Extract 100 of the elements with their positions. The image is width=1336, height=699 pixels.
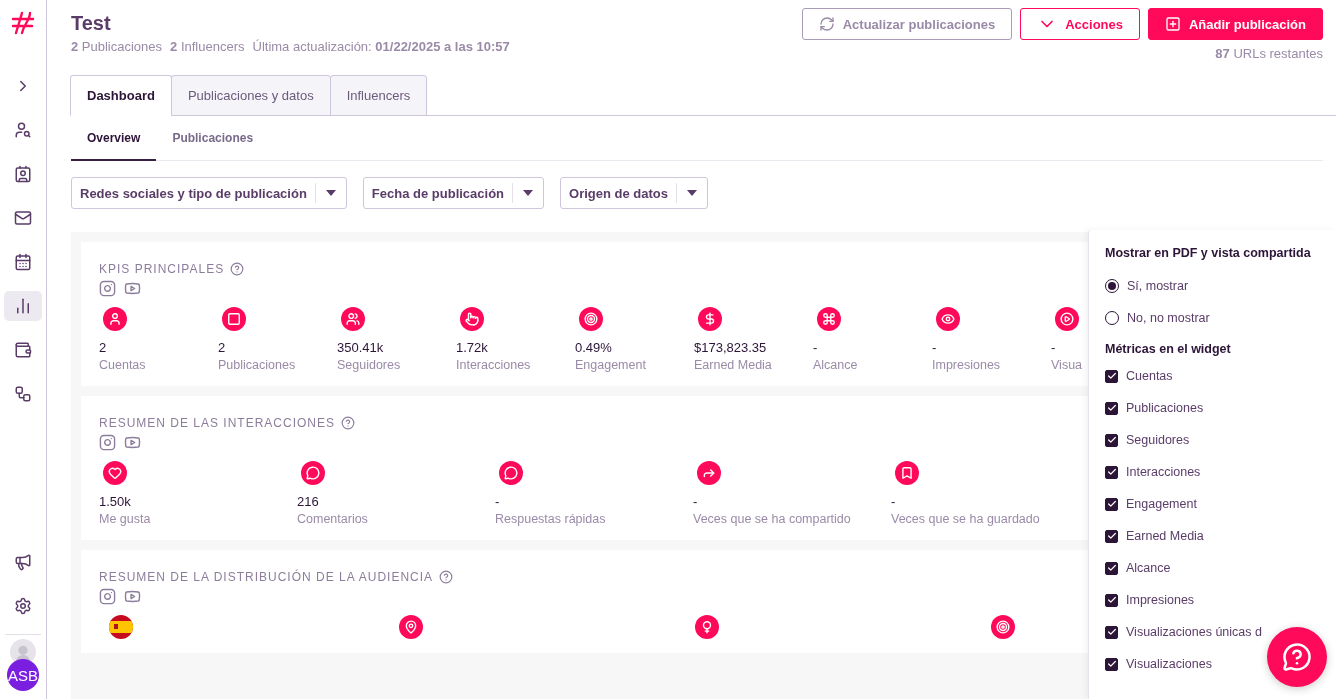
add-button[interactable]: Añadir publicación (1148, 8, 1323, 40)
tab[interactable]: Publicaciones y datos (170, 75, 331, 116)
youtube-icon (124, 280, 141, 297)
widget-title: RESUMEN DE LAS INTERACCIONES (99, 416, 336, 430)
filter-dropdown[interactable]: Fecha de publicación (362, 177, 545, 209)
metric-label: Me gusta (99, 512, 151, 526)
metric-value: - (813, 340, 818, 355)
filter-dropdown[interactable]: Origen de datos (560, 177, 709, 209)
help-chat-button[interactable] (1267, 627, 1327, 687)
tab[interactable]: Influencers (329, 75, 428, 116)
instagram-icon (99, 280, 116, 297)
checkbox[interactable] (1105, 561, 1118, 575)
metric-value: - (693, 494, 698, 509)
checkbox[interactable] (1105, 593, 1118, 607)
subtab[interactable]: Overview (71, 116, 157, 161)
metric-option-label: Interacciones (1126, 465, 1201, 479)
metric-label: Engagement (575, 358, 646, 372)
metric-option-label: Publicaciones (1126, 401, 1204, 415)
metric-value: - (891, 494, 896, 509)
metric-label: Alcance (813, 358, 858, 372)
bookmark-icon (895, 461, 919, 485)
checkbox[interactable] (1105, 401, 1118, 415)
calendar-icon (14, 253, 32, 271)
instagram-icon (99, 434, 116, 451)
checkbox[interactable] (1105, 625, 1118, 639)
command-icon (817, 307, 841, 331)
spain-flag-icon (109, 615, 133, 639)
widget-title: RESUMEN DE LA DISTRIBUCIÓN DE LA AUDIENCIA (99, 570, 434, 584)
checkbox[interactable] (1105, 465, 1118, 479)
youtube-icon (124, 434, 141, 451)
help-icon[interactable] (341, 416, 356, 430)
metric-label: Veces que se ha guardado (891, 512, 1040, 526)
metric-label: Comentarios (297, 512, 368, 526)
female-symbol-icon (695, 615, 719, 639)
mail-icon (14, 209, 32, 227)
nodes-icon (14, 385, 32, 403)
user-icon (103, 307, 127, 331)
help-icon[interactable] (230, 262, 245, 276)
metric-option-label: Engagement (1126, 497, 1197, 511)
actions-button[interactable]: Acciones (1020, 8, 1140, 40)
metric-label: Visua (1051, 358, 1083, 372)
metric-value: - (495, 494, 500, 509)
bar-chart-icon (14, 297, 32, 315)
instagram-icon (99, 588, 116, 605)
metric-label: Seguidores (337, 358, 401, 372)
option-label: Sí, mostrar (1127, 279, 1189, 293)
plus-square-icon (1165, 16, 1181, 32)
checkbox[interactable] (1105, 497, 1118, 511)
metric-label: Veces que se ha compartido (693, 512, 851, 526)
metric-option-label: Earned Media (1126, 529, 1204, 543)
eye-icon (936, 307, 960, 331)
filter-dropdown[interactable]: Redes sociales y tipo de publicación (71, 177, 347, 209)
wallet-icon (14, 341, 32, 359)
metric-label: Interacciones (456, 358, 531, 372)
page-title: Test (71, 12, 112, 35)
panel-heading: Mostrar en PDF y vista compartida (1105, 246, 1312, 260)
question-bubble-icon (1282, 642, 1312, 672)
caret-icon (523, 190, 534, 196)
user-avatar[interactable]: ASB (7, 659, 39, 691)
metric-label: Impresiones (932, 358, 1001, 372)
logo-icon[interactable] (10, 10, 36, 36)
widget-title: KPIS PRINCIPALES (99, 262, 225, 276)
checkbox[interactable] (1105, 529, 1118, 543)
metric-value: $173,823.35 (694, 340, 767, 355)
metric-value: 350.41k (337, 340, 384, 355)
bar-chart-button[interactable] (4, 291, 42, 321)
metric-value: 1.72k (456, 340, 488, 355)
settings-icon (14, 597, 32, 615)
map-pin-icon (399, 615, 423, 639)
panel-heading: Métricas en el widget (1105, 342, 1232, 356)
users-icon (341, 307, 365, 331)
tab[interactable]: Dashboard (70, 75, 172, 116)
metric-value: 1.50k (99, 494, 131, 509)
metric-label: Respuestas rápidas (495, 512, 606, 526)
metric-option-label: Alcance (1126, 561, 1171, 575)
pointer-hand-icon (460, 307, 484, 331)
metric-value: - (1051, 340, 1056, 355)
metric-value: - (932, 340, 937, 355)
checkbox[interactable] (1105, 657, 1118, 671)
caret-icon (687, 190, 698, 196)
metric-value: 0.49% (575, 340, 612, 355)
metric-option-label: Visualizaciones únicas d (1126, 625, 1262, 639)
metric-option-label: Seguidores (1126, 433, 1190, 447)
metric-option-label: Impresiones (1126, 593, 1195, 607)
metric-option-label: Visualizaciones (1126, 657, 1212, 671)
metric-value: 2 (99, 340, 107, 355)
user-search-icon (14, 121, 32, 139)
target-icon (991, 615, 1015, 639)
target-icon (579, 307, 603, 331)
dollar-icon (698, 307, 722, 331)
refresh-icon (818, 16, 835, 32)
metric-label: Earned Media (694, 358, 772, 372)
checkbox[interactable] (1105, 369, 1118, 383)
speech-bubble-icon (301, 461, 325, 485)
caret-icon (325, 190, 336, 196)
help-icon[interactable] (439, 570, 454, 584)
subtab[interactable]: Publicaciones (156, 116, 270, 161)
header-stat: Última actualización: 01/22/2025 a las 10:57 (252, 39, 510, 54)
metric-value: 216 (297, 494, 319, 509)
checkbox[interactable] (1105, 433, 1118, 447)
